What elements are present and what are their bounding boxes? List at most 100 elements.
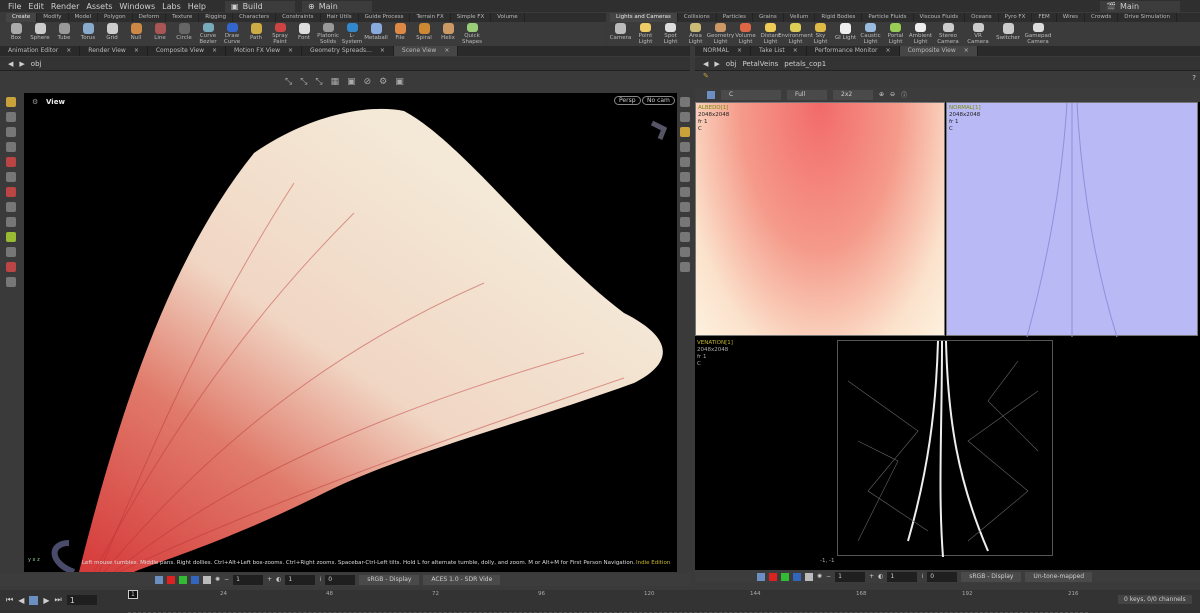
minus-button[interactable]: − xyxy=(224,576,229,583)
rgb-channel-button[interactable] xyxy=(155,575,163,584)
shelf-tool-volume-light[interactable]: Volume Light xyxy=(733,22,758,45)
shelf-tool-platonic-solids[interactable]: Platonic Solids xyxy=(316,22,340,45)
snap-icon[interactable] xyxy=(6,202,16,212)
zoom-out-icon[interactable]: ⊖ xyxy=(890,91,895,98)
view-icon[interactable] xyxy=(6,217,16,227)
shelf-tool-camera[interactable]: Camera xyxy=(608,22,633,45)
shelf-tab-simple-fx[interactable]: Simple FX xyxy=(451,13,492,22)
magnet-icon[interactable] xyxy=(6,262,16,272)
shelf-tab-rigid-bodies[interactable]: Rigid Bodies xyxy=(815,13,863,22)
current-frame-marker[interactable]: 1 xyxy=(128,590,138,599)
close-icon[interactable]: × xyxy=(878,47,891,54)
lock-icon[interactable] xyxy=(6,187,16,197)
first-frame-button[interactable]: ⏮ xyxy=(6,595,13,605)
play-button[interactable]: ▶ xyxy=(43,596,49,605)
resolution-select[interactable]: Full xyxy=(787,89,827,100)
shelf-tab-create[interactable]: Create xyxy=(6,13,38,22)
shelf-tool-tube[interactable]: Tube xyxy=(52,22,76,45)
view-mode-icon[interactable] xyxy=(707,90,715,99)
pane-tab-animation-editor[interactable]: Animation Editor × xyxy=(0,46,81,56)
pane-tab-render-view[interactable]: Render View × xyxy=(80,46,148,56)
rotate-icon[interactable] xyxy=(6,127,16,137)
grid-icon[interactable] xyxy=(6,247,16,257)
forward-icon[interactable]: ▶ xyxy=(19,60,24,68)
misc-icon[interactable] xyxy=(6,277,16,287)
shelf-tool-portal-light[interactable]: Portal Light xyxy=(883,22,908,45)
menu-file[interactable]: File xyxy=(8,2,21,11)
display-option-icon[interactable] xyxy=(679,232,690,242)
light-icon[interactable] xyxy=(679,127,690,137)
shelf-tool-vr-camera[interactable]: VR Camera xyxy=(963,22,993,45)
pane-tab-performance-monitor[interactable]: Performance Monitor × xyxy=(807,46,900,56)
shelf-tab-model[interactable]: Model xyxy=(69,13,99,22)
scale-icon[interactable] xyxy=(6,142,16,152)
right-context-dropdown[interactable]: 🎬 Main xyxy=(1100,0,1180,12)
close-icon[interactable]: × xyxy=(785,47,798,54)
shelf-tab-characters[interactable]: Characters xyxy=(233,13,277,22)
shelf-tool-point-light[interactable]: Point Light xyxy=(633,22,658,45)
layout-select[interactable]: 2x2 xyxy=(833,89,873,100)
path-obj[interactable]: obj xyxy=(31,60,42,68)
display-option-icon[interactable] xyxy=(679,217,690,227)
camera-menu[interactable]: No cam xyxy=(642,96,675,105)
shelf-tool-gi-light[interactable]: GI Light xyxy=(833,22,858,45)
display-option-icon[interactable] xyxy=(679,112,690,122)
gamma-field[interactable]: 1 xyxy=(285,574,316,585)
shelf-tab-crowds[interactable]: Crowds xyxy=(1085,13,1119,22)
green-channel-button[interactable] xyxy=(781,572,789,581)
gamma-field[interactable]: 1 xyxy=(887,571,918,582)
menu-help[interactable]: Help xyxy=(188,2,206,11)
shelf-tool-curve-bezier[interactable]: Curve Bezier xyxy=(196,22,220,45)
shelf-tab-particle-fluids[interactable]: Particle Fluids xyxy=(862,13,914,22)
offset-field[interactable]: 0 xyxy=(325,574,356,585)
shelf-tab-texture[interactable]: Texture xyxy=(166,13,200,22)
shelf-tool-area-light[interactable]: Area Light xyxy=(683,22,708,45)
shelf-tool-switcher[interactable]: Switcher xyxy=(993,22,1023,45)
shelf-tab-guide-process[interactable]: Guide Process xyxy=(359,13,411,22)
close-icon[interactable]: × xyxy=(280,47,293,54)
frame-ruler[interactable]: 1 24 48 72 96 120 144 168 192 216 xyxy=(128,590,1088,613)
shelf-tool-sphere[interactable]: Sphere xyxy=(28,22,52,45)
plus-button[interactable]: + xyxy=(869,573,874,580)
menu-render[interactable]: Render xyxy=(51,2,79,11)
forward-icon[interactable]: ▶ xyxy=(714,60,719,68)
shelf-tab-polygon[interactable]: Polygon xyxy=(98,13,133,22)
desktop-dropdown[interactable]: ▣ Build xyxy=(225,0,295,12)
menu-assets[interactable]: Assets xyxy=(86,2,112,11)
shelf-tool-quick-shapes[interactable]: Quick Shapes xyxy=(460,22,484,45)
shelf-tool-caustic-light[interactable]: Caustic Light xyxy=(858,22,883,45)
path-obj[interactable]: obj xyxy=(726,60,737,68)
pane-tab-motion-fx-view[interactable]: Motion FX View × xyxy=(226,46,303,56)
shelf-tab-grains[interactable]: Grains xyxy=(753,13,784,22)
back-icon[interactable]: ◀ xyxy=(8,60,13,68)
pane-tab-geometry-spreads[interactable]: Geometry Spreads... × xyxy=(302,46,394,56)
shelf-tab-terrain-fx[interactable]: Terrain FX xyxy=(410,13,451,22)
display-option-icon[interactable] xyxy=(679,142,690,152)
display-option-icon[interactable] xyxy=(679,97,690,107)
viewer-tool-icons[interactable]: ⤡⤡⤡▦▣⊘⚙▣ xyxy=(285,77,412,87)
shelf-tab-modify[interactable]: Modify xyxy=(37,13,69,22)
shelf-tool-geometry-light[interactable]: Geometry Light xyxy=(707,22,734,45)
shelf-tab-hair-utils[interactable]: Hair Utils xyxy=(321,13,359,22)
close-icon[interactable]: × xyxy=(729,47,742,54)
stop-button[interactable] xyxy=(29,595,39,605)
shelf-tool-path[interactable]: Path xyxy=(244,22,268,45)
close-icon[interactable]: × xyxy=(372,47,385,54)
view-transform-select[interactable]: Un-tone-mapped xyxy=(1025,571,1093,582)
minus-button[interactable]: − xyxy=(826,573,831,580)
select-icon[interactable] xyxy=(6,97,16,107)
back-icon[interactable]: ◀ xyxy=(703,60,708,68)
close-icon[interactable]: × xyxy=(436,47,449,54)
offset-field[interactable]: 0 xyxy=(927,571,958,582)
blue-channel-button[interactable] xyxy=(793,572,801,581)
help-icon[interactable]: ? xyxy=(1192,74,1196,82)
display-option-icon[interactable] xyxy=(679,247,690,257)
menu-edit[interactable]: Edit xyxy=(28,2,44,11)
path-petalveins[interactable]: PetalVeins xyxy=(742,60,778,68)
blue-channel-button[interactable] xyxy=(191,575,199,584)
shelf-tab-wires[interactable]: Wires xyxy=(1057,13,1086,22)
exposure-field[interactable]: 1 xyxy=(835,571,866,582)
shelf-tab-lights-and-cameras[interactable]: Lights and Cameras xyxy=(610,13,678,22)
shelf-tab-vellum[interactable]: Vellum xyxy=(784,13,816,22)
pane-tab-scene-view[interactable]: Scene View × xyxy=(393,46,459,56)
